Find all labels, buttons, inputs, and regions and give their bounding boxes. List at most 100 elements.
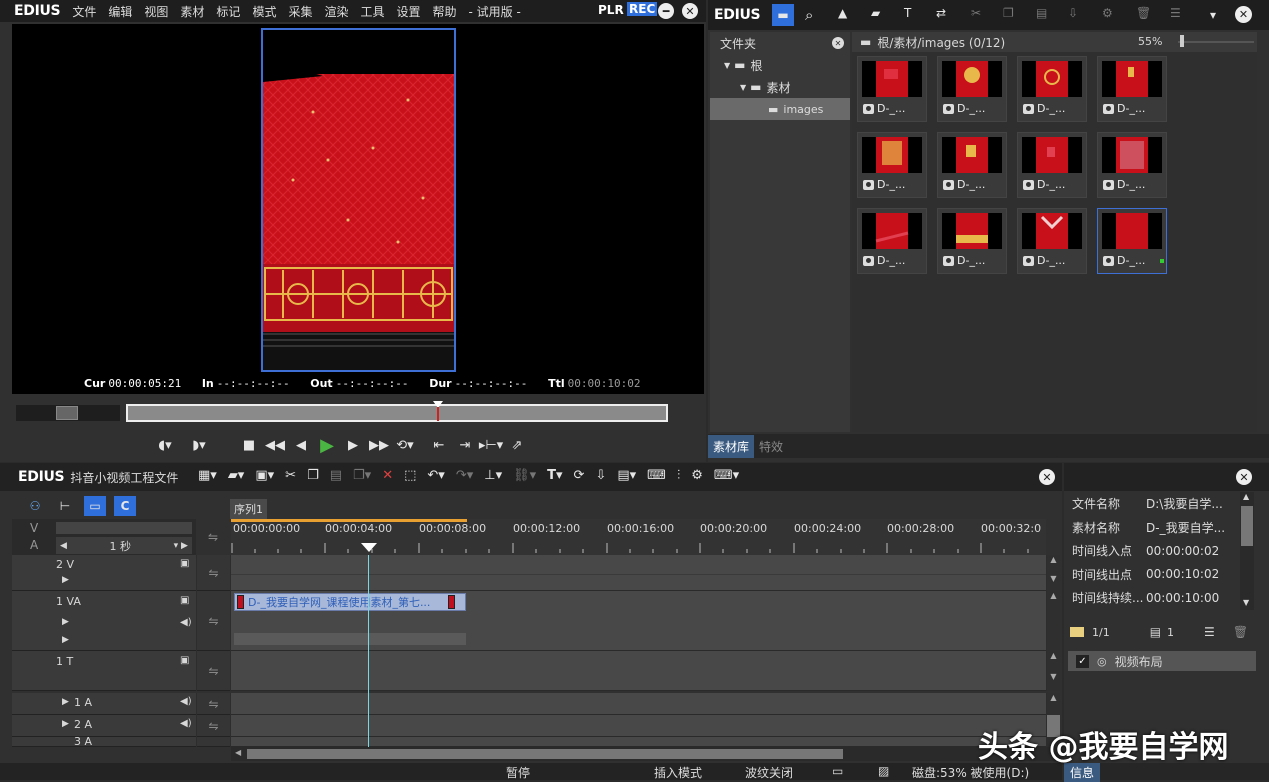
expand-icon[interactable]: ▼ [724,61,730,70]
scroll-thumb[interactable] [1241,506,1253,546]
paste-icon[interactable]: ▤ [1036,6,1047,20]
paste-icon[interactable]: ▤ [330,468,342,483]
prev-edit-icon[interactable]: ⇤ [426,434,452,456]
folder-close-icon[interactable]: ✕ [832,37,844,49]
add-title-icon[interactable]: T [904,6,911,20]
insert-to-timeline-icon[interactable]: ▸⊢▾ [478,434,504,456]
time-ruler[interactable]: 00:00:00:00 00:00:04:00 00:00:08:00 00:0… [231,519,1046,555]
trash-icon[interactable]: 🗑 [1233,625,1248,639]
shortcuts-icon[interactable]: ⌨▾ [714,468,739,483]
info-scrollbar[interactable]: ▲ ▼ [1240,492,1254,610]
rewind-icon[interactable]: ◀◀ [262,434,288,456]
properties-icon[interactable]: ⚙ [1102,6,1113,20]
play-icon[interactable]: ▶ [314,434,340,456]
expand-icon[interactable]: ▼ [740,83,746,92]
tab-sequence1[interactable]: 序列1 [230,499,267,519]
position-bar[interactable] [126,404,668,422]
scroll-up-icon[interactable]: ▲ [1243,492,1249,501]
copy-icon[interactable]: ❐ [307,468,319,483]
expand-icon[interactable]: ▶ [62,697,69,707]
capture-icon[interactable]: ⟳ [574,468,585,483]
mixer-icon[interactable]: ⫶ [677,468,680,483]
clip-thumb[interactable]: D-_... [857,132,927,198]
scroll-down-icon[interactable]: ▼ [1243,598,1249,607]
render-icon[interactable]: ▤▾ [617,468,636,483]
minimize-icon[interactable]: ━ [658,3,674,19]
loop-icon[interactable]: ⟲▾ [392,434,418,456]
layout-item[interactable]: ✓ ◎ 视频布局 [1068,651,1256,671]
paste-mode-icon[interactable]: ❐▾ [353,468,371,483]
snap-icon[interactable]: C [114,496,136,516]
open-folder-icon[interactable]: ▰ [871,6,880,20]
menu-mode[interactable]: 模式 [252,5,276,19]
export-icon[interactable]: ⇗ [504,434,530,456]
menu-render[interactable]: 渲染 [324,5,348,19]
menu-marker[interactable]: 标记 [216,5,240,19]
shuttle-handle[interactable] [56,406,78,420]
scale-left-icon[interactable]: ◀ [60,541,67,551]
save-icon[interactable]: ▣▾ [255,468,274,483]
clip-thumb[interactable]: D-_... [857,208,927,274]
zoom-handle[interactable] [1180,35,1184,47]
clip-thumb[interactable]: D-_... [857,56,927,122]
ripple-delete-icon[interactable]: ⬚ [404,468,416,483]
track-swap-icon[interactable]: ⇋ [197,651,230,691]
track-scrollbar[interactable]: ▲ ▼ [1047,651,1060,691]
set-in-icon[interactable]: ◖▾ [152,434,178,456]
bin-menu-icon[interactable]: ▾ [1210,8,1216,22]
timeline-clip[interactable]: D-_我要自学网_课程使用素材_第七... [234,593,466,611]
folder-view-icon[interactable]: ▬ [772,4,794,26]
cut-icon[interactable]: ✂ [971,6,981,20]
expand-icon[interactable]: ▶ [62,635,69,645]
clip-thumb[interactable]: D-_... [1097,132,1167,198]
rec-label[interactable]: REC [627,2,658,16]
scroll-thumb[interactable] [247,749,843,759]
list-view-icon[interactable]: ☰ [1170,6,1181,20]
cut-icon[interactable]: ✂ [285,468,296,483]
track-swap-icon[interactable]: ⇋ [198,527,228,547]
horizontal-scrollbar[interactable]: ◀ [231,747,1062,761]
sequence-icon[interactable]: ▦▾ [198,468,217,483]
menu-clip[interactable]: 素材 [180,5,204,19]
track-area[interactable] [231,693,1046,715]
plr-label[interactable]: PLR [598,3,624,17]
clip-thumb[interactable]: D-_... [937,208,1007,274]
next-edit-icon[interactable]: ⇥ [452,434,478,456]
delete-icon[interactable]: ✕ [382,468,393,483]
step-forward-icon[interactable]: ▶ [340,434,366,456]
set-out-icon[interactable]: ◗▾ [186,434,212,456]
checkbox-icon[interactable]: ✓ [1076,654,1089,668]
tree-item-root[interactable]: ▼ ▬ 根 [710,54,850,76]
info-close-icon[interactable]: ✕ [1236,469,1252,485]
clip-thumb[interactable]: D-_... [1017,56,1087,122]
clip-thumb[interactable]: D-_... [1017,208,1087,274]
bin-close-icon[interactable]: ✕ [1235,6,1252,23]
menu-file[interactable]: 文件 [72,5,96,19]
shuttle-slider[interactable] [16,405,120,421]
audio-toggle-icon[interactable]: ◀) [180,718,192,729]
scale-right-icon[interactable]: ▾ ▶ [174,541,188,551]
fast-forward-icon[interactable]: ▶▶ [366,434,392,456]
clip-thumb[interactable]: D-_... [937,132,1007,198]
list-icon[interactable]: ☰ [1204,625,1215,639]
track-area[interactable] [231,651,1046,691]
view-slider[interactable] [56,522,192,534]
tree-item-images[interactable]: ▬ images [710,98,850,120]
video-toggle-icon[interactable]: ▣ [180,558,189,569]
layer-icon[interactable]: ▤ [1150,625,1161,639]
tab-bin[interactable]: 素材库 [708,435,755,458]
link-icon[interactable]: ⛓▾ [513,468,536,483]
track-area[interactable] [231,737,1046,747]
import-icon[interactable]: ⇩ [595,468,606,483]
audio-toggle-icon[interactable]: ◀) [180,617,192,628]
step-back-icon[interactable]: ◀ [288,434,314,456]
playhead-handle[interactable] [361,543,377,552]
title-icon[interactable]: T▾ [547,468,562,483]
send-icon[interactable]: ⇩ [1068,6,1078,20]
status-insert-mode[interactable]: 插入模式 [654,764,702,781]
sync-icon[interactable]: ⚇ [24,496,46,516]
expand-icon[interactable]: ▶ [62,617,69,627]
menu-capture[interactable]: 采集 [288,5,312,19]
menu-view[interactable]: 视图 [144,5,168,19]
zoom-slider[interactable] [1178,41,1254,43]
